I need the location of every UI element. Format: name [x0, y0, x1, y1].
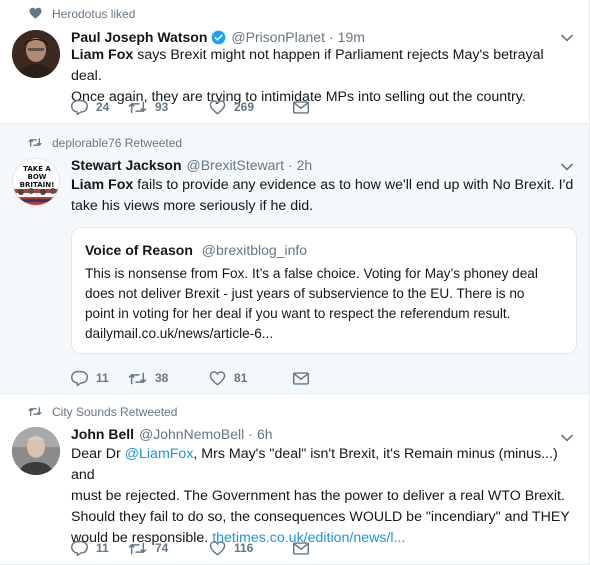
retweet-icon [128, 541, 147, 556]
avatar[interactable] [12, 30, 60, 78]
quoted-text-line: does not deliver Brexit - just years of … [85, 286, 525, 301]
author-name[interactable]: Stewart Jackson [71, 157, 182, 173]
tweet-text-line: says Brexit might not happen if Parliame… [71, 47, 544, 84]
like-button[interactable]: 116 [209, 540, 293, 556]
avatar-caption: TAKE A BOW BRITAIN! [19, 165, 55, 189]
like-button[interactable]: 81 [209, 370, 293, 386]
direct-message-button[interactable] [293, 541, 309, 555]
separator-dot: · [248, 426, 253, 442]
verified-badge-icon [211, 30, 226, 45]
separator-dot: · [328, 29, 334, 45]
timeline: Herodotus liked Paul Joseph Watson @Pris… [0, 0, 590, 565]
retweet-icon [28, 135, 42, 149]
tweet-text-line: take his views more seriously if he did. [71, 198, 314, 214]
timestamp[interactable]: 6h [257, 426, 273, 442]
tweet-text-line: fails to provide any evidence as to how … [133, 177, 574, 193]
tweet-header: Stewart Jackson @BrexitStewart · 2h [71, 157, 312, 173]
author-handle[interactable]: @PrisonPlanet [231, 29, 325, 45]
tweet-text-line: must be rejected. The Government has the… [71, 488, 565, 504]
tweet-text-bold: Liam Fox [71, 47, 134, 63]
reply-count: 24 [96, 100, 110, 114]
quoted-text-line: dailymail.co.uk/news/article-6... [85, 326, 274, 341]
retweet-button[interactable]: 93 [128, 100, 209, 115]
context-label[interactable]: deplorable76 Retweeted [52, 136, 182, 150]
tweet-text-bold: Liam Fox [71, 177, 134, 193]
like-button[interactable]: 269 [209, 99, 293, 115]
quoted-tweet-text: This is nonsense from Fox. It’s a false … [85, 264, 567, 344]
context-label[interactable]: Herodotus liked [52, 7, 135, 21]
envelope-icon [293, 371, 309, 385]
tweet-card[interactable]: Herodotus liked Paul Joseph Watson @Pris… [0, 0, 589, 124]
context-label[interactable]: City Sounds Retweeted [52, 405, 177, 419]
direct-message-button[interactable] [293, 371, 309, 385]
retweet-icon [128, 371, 147, 386]
reply-icon [71, 370, 88, 386]
reply-button[interactable]: 11 [71, 540, 128, 556]
tweet-text: Liam Fox fails to provide any evidence a… [71, 175, 577, 217]
heart-icon [28, 6, 42, 20]
reply-count: 11 [96, 541, 109, 555]
tweet-context: City Sounds Retweeted [28, 405, 177, 419]
like-count: 269 [234, 100, 255, 114]
retweet-button[interactable]: 38 [128, 371, 209, 386]
quoted-tweet-header: Voice of Reason @brexitblog_info [85, 242, 307, 258]
envelope-icon [293, 541, 309, 555]
quoted-text-line: point in voting for her deal if you want… [85, 306, 511, 321]
tweet-context: deplorable76 Retweeted [28, 136, 182, 150]
reply-button[interactable]: 11 [71, 370, 128, 386]
tweet-text-line: Dear Dr [71, 446, 125, 462]
tweet-context: Herodotus liked [29, 7, 135, 21]
retweet-icon [128, 100, 147, 115]
quoted-author-name: Voice of Reason [85, 242, 193, 258]
chevron-down-icon[interactable] [559, 30, 575, 46]
heart-icon [209, 370, 226, 386]
tweet-card[interactable]: City Sounds Retweeted John Bell @JohnNem… [0, 394, 589, 565]
retweet-count: 93 [155, 100, 169, 114]
direct-message-button[interactable] [293, 100, 309, 114]
reply-icon [71, 540, 88, 556]
tweet-actions: 11 74 116 [71, 540, 309, 556]
author-name[interactable]: John Bell [71, 426, 134, 442]
quoted-author-handle: @brexitblog_info [201, 242, 308, 258]
tweet-actions: 11 38 81 [71, 370, 309, 386]
chevron-down-icon[interactable] [559, 159, 575, 175]
avatar[interactable]: TAKE A BOW BRITAIN! [12, 158, 60, 206]
tweet-text-line: Should they fail to do so, the consequen… [71, 509, 570, 525]
like-count: 81 [234, 371, 248, 385]
tweet-text: Dear Dr @LiamFox, Mrs May's "deal" isn't… [71, 444, 577, 549]
heart-icon [209, 99, 226, 115]
tweet-header: John Bell @JohnNemoBell · 6h [71, 426, 273, 442]
tweet-header: Paul Joseph Watson @PrisonPlanet · 19m [71, 29, 365, 45]
author-name[interactable]: Paul Joseph Watson [71, 29, 207, 45]
retweet-count: 74 [155, 541, 169, 555]
like-count: 116 [234, 541, 254, 555]
tweet-actions: 24 93 269 [71, 99, 309, 115]
heart-icon [209, 540, 226, 556]
quoted-tweet[interactable]: Voice of Reason @brexitblog_info This is… [71, 227, 577, 354]
avatar[interactable] [12, 427, 60, 475]
timestamp[interactable]: 19m [338, 29, 365, 45]
reply-button[interactable]: 24 [71, 99, 128, 115]
reply-icon [71, 99, 88, 115]
retweet-count: 38 [155, 371, 169, 385]
mention-link[interactable]: @LiamFox [125, 446, 194, 462]
envelope-icon [293, 100, 309, 114]
retweet-icon [28, 404, 42, 418]
author-handle[interactable]: @JohnNemoBell [139, 426, 244, 442]
retweet-button[interactable]: 74 [128, 541, 209, 556]
reply-count: 11 [96, 371, 109, 385]
tweet-card[interactable]: deplorable76 Retweeted TAKE A BOW BRITAI… [0, 124, 589, 394]
timestamp[interactable]: 2h [297, 157, 313, 173]
quoted-text-line: This is nonsense from Fox. It’s a false … [85, 266, 538, 281]
separator-dot: · [287, 157, 293, 173]
author-handle[interactable]: @BrexitStewart [187, 157, 284, 173]
